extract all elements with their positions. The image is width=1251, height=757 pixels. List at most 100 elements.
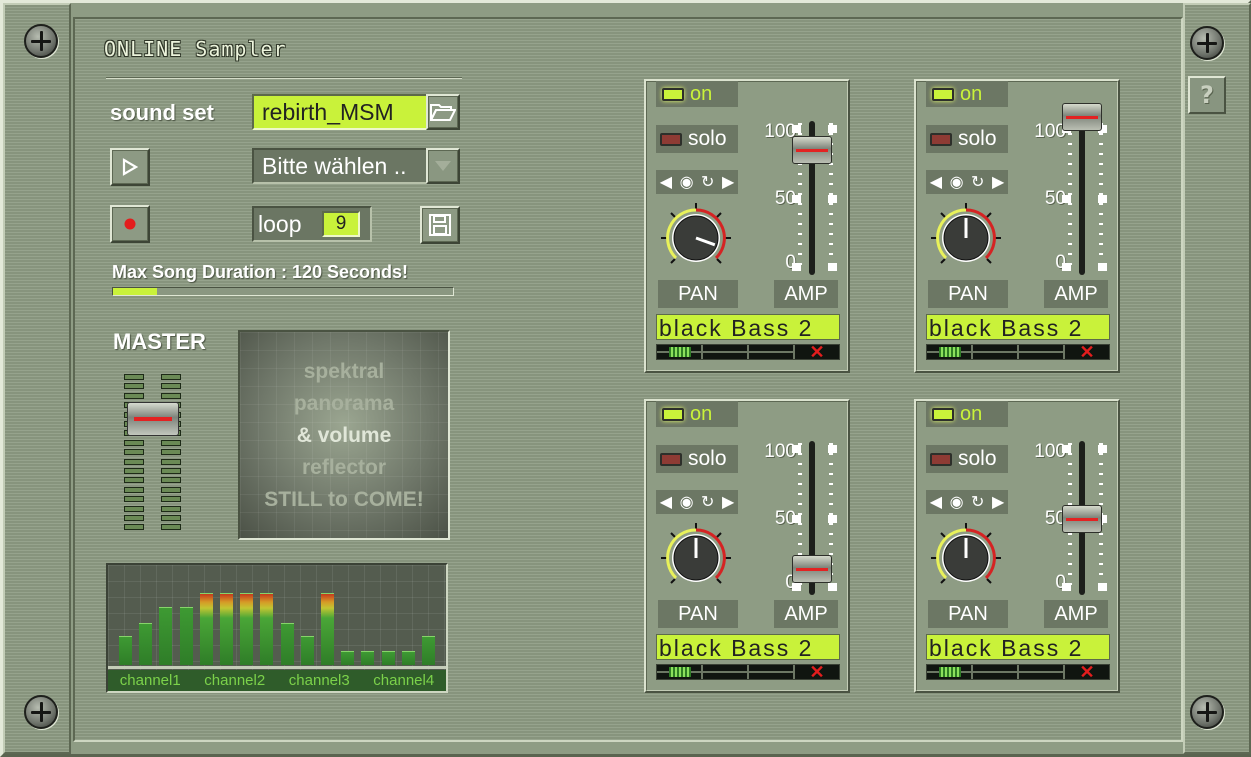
one-shot-icon[interactable]: ◉: [950, 492, 964, 512]
amp-fader-track: [1079, 121, 1085, 275]
save-button[interactable]: [420, 206, 460, 244]
mode-next-icon[interactable]: ▶: [722, 172, 734, 192]
sample-name[interactable]: black Bass 2: [656, 314, 840, 340]
meter-segment: [161, 524, 181, 531]
playback-mode-controls: ◀ ◉ ↻ ▶: [656, 490, 738, 514]
drag-handle[interactable]: [939, 347, 961, 357]
meter-segment: [124, 505, 144, 512]
channel-strip: on solo ◀ ◉ ↻ ▶ PAN AMP 100 50 0 black Bass 2 ✕: [914, 79, 1120, 373]
pan-knob[interactable]: [659, 201, 733, 275]
mode-next-icon[interactable]: ▶: [992, 172, 1004, 192]
master-volume-fader[interactable]: [127, 402, 179, 436]
eq-bar: [179, 607, 193, 665]
remove-sample-icon[interactable]: ✕: [795, 663, 839, 681]
sample-position-strip[interactable]: ✕: [926, 663, 1110, 681]
channel-on-toggle[interactable]: on: [926, 81, 1008, 107]
sample-position-strip[interactable]: ✕: [656, 343, 840, 361]
channel-solo-toggle[interactable]: solo: [926, 125, 1008, 153]
eq-bar: [321, 593, 334, 665]
amp-label: AMP: [1044, 280, 1108, 308]
amp-fader-handle[interactable]: [792, 136, 832, 164]
amp-fader-handle[interactable]: [792, 555, 832, 583]
sample-position-strip[interactable]: ✕: [656, 663, 840, 681]
song-progress-bar: [112, 287, 454, 296]
meter-segment: [161, 505, 181, 512]
led-icon: [932, 407, 954, 421]
mode-prev-icon[interactable]: ◀: [930, 492, 942, 512]
meter-segment: [161, 374, 181, 380]
loop-icon[interactable]: ↻: [701, 492, 714, 512]
eq-bar: [119, 636, 132, 665]
channel-solo-toggle[interactable]: solo: [656, 445, 738, 473]
one-shot-icon[interactable]: ◉: [680, 492, 694, 512]
screw-icon: [24, 695, 58, 729]
meter-segment: [124, 477, 144, 484]
sample-name[interactable]: black Bass 2: [656, 634, 840, 660]
drag-handle[interactable]: [669, 667, 691, 677]
amp-scale: 100 50 0: [760, 431, 796, 593]
song-dropdown-button[interactable]: [426, 148, 460, 184]
eq-bar: [220, 593, 233, 665]
master-label: MASTER: [113, 329, 206, 354]
channel-strip: on solo ◀ ◉ ↻ ▶ PAN AMP 100 50 0 black Bass 2 ✕: [644, 79, 850, 373]
on-label: on: [690, 402, 713, 425]
amp-fader-handle[interactable]: [1062, 504, 1102, 533]
solo-label: solo: [958, 447, 997, 470]
mode-next-icon[interactable]: ▶: [992, 492, 1004, 512]
spectral-line: reflector: [301, 456, 387, 479]
screw-icon: [24, 24, 58, 58]
mode-prev-icon[interactable]: ◀: [930, 172, 942, 192]
led-icon: [660, 452, 682, 466]
remove-sample-icon[interactable]: ✕: [795, 343, 839, 361]
remove-sample-icon[interactable]: ✕: [1065, 663, 1109, 681]
help-button[interactable]: ?: [1188, 76, 1226, 114]
pan-knob[interactable]: [929, 521, 1003, 595]
meter-segment: [124, 515, 144, 521]
pan-knob[interactable]: [659, 521, 733, 595]
loop-icon[interactable]: ↻: [971, 172, 984, 192]
channel-label: channel3: [288, 672, 350, 689]
meter-segment: [124, 486, 144, 493]
pan-knob[interactable]: [929, 201, 1003, 275]
amp-scale: 100 50 0: [1030, 431, 1066, 593]
loop-count-input[interactable]: 9: [322, 211, 360, 237]
eq-bar: [341, 651, 355, 665]
led-icon: [932, 87, 954, 101]
left-rail: [3, 3, 71, 754]
sample-position-strip[interactable]: ✕: [926, 343, 1110, 361]
loop-icon[interactable]: ↻: [971, 492, 984, 512]
channel-on-toggle[interactable]: on: [926, 401, 1008, 427]
screw-icon: [1190, 26, 1224, 60]
mode-prev-icon[interactable]: ◀: [660, 492, 672, 512]
amp-fader-handle[interactable]: [1062, 103, 1102, 131]
sample-name[interactable]: black Bass 2: [926, 314, 1110, 340]
open-folder-button[interactable]: [426, 94, 460, 130]
mode-next-icon[interactable]: ▶: [722, 492, 734, 512]
channel-on-toggle[interactable]: on: [656, 81, 738, 107]
remove-sample-icon[interactable]: ✕: [1065, 343, 1109, 361]
channel-strip: on solo ◀ ◉ ↻ ▶ PAN AMP 100 50 0 black Bass 2 ✕: [644, 399, 850, 693]
eq-bar: [260, 593, 274, 665]
channel-solo-toggle[interactable]: solo: [656, 125, 738, 153]
mode-prev-icon[interactable]: ◀: [660, 172, 672, 192]
loop-icon[interactable]: ↻: [701, 172, 714, 192]
led-icon: [662, 407, 684, 421]
sample-name[interactable]: black Bass 2: [926, 634, 1110, 660]
channel-solo-toggle[interactable]: solo: [926, 445, 1008, 473]
record-button[interactable]: [110, 205, 150, 243]
solo-label: solo: [958, 127, 997, 150]
sound-set-field[interactable]: rebirth_MSM: [252, 94, 428, 130]
max-duration-text: Max Song Duration : 120 Seconds!: [112, 262, 409, 282]
channel-strip: on solo ◀ ◉ ↻ ▶ PAN AMP 100 50 0 black Bass 2 ✕: [914, 399, 1120, 693]
amp-scale: 100 50 0: [1030, 111, 1066, 273]
one-shot-icon[interactable]: ◉: [950, 172, 964, 192]
play-icon: [122, 158, 138, 176]
channel-on-toggle[interactable]: on: [656, 401, 738, 427]
play-button[interactable]: [110, 148, 150, 186]
drag-handle[interactable]: [669, 347, 691, 357]
song-select[interactable]: Bitte wählen ..: [252, 148, 428, 184]
song-progress-fill: [113, 288, 158, 295]
one-shot-icon[interactable]: ◉: [680, 172, 694, 192]
eq-bar: [401, 651, 415, 665]
drag-handle[interactable]: [939, 667, 961, 677]
